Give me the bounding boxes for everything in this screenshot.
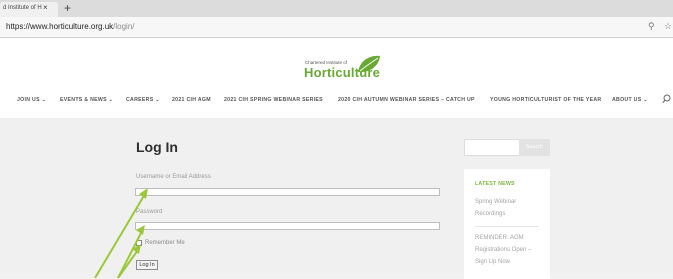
annotation-arrows (94, 188, 148, 278)
arrow-to-remember (117, 249, 139, 278)
arrow-to-password (117, 230, 143, 278)
arrow-to-username (94, 193, 146, 278)
